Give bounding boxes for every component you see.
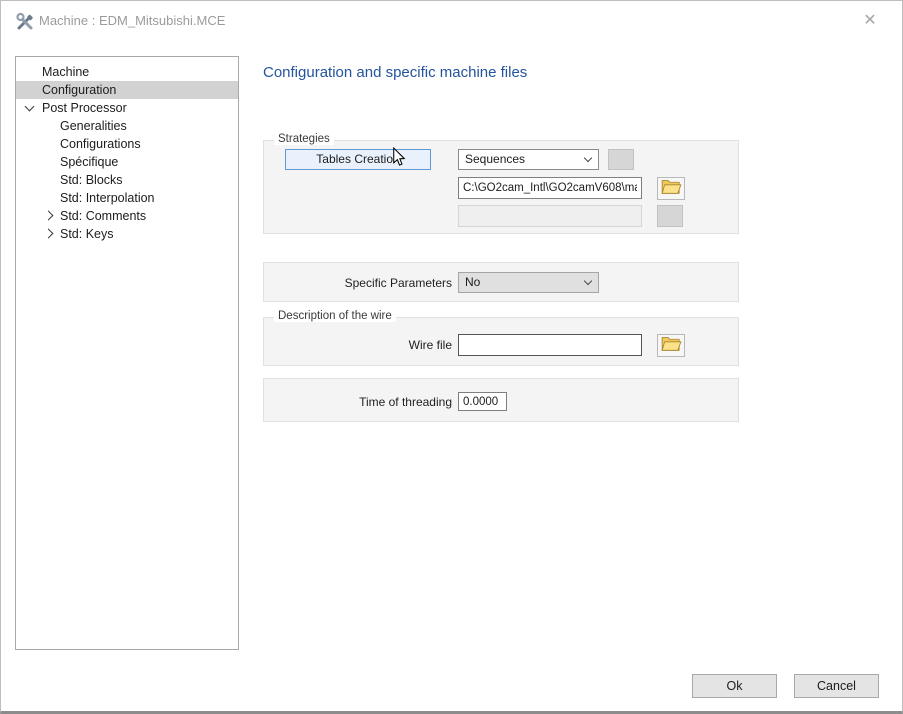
chevron-down-icon (584, 154, 592, 162)
machine-tree: Machine Configuration Post Processor Gen… (15, 56, 239, 650)
tree-item-std-keys[interactable]: Std: Keys (16, 225, 238, 243)
chevron-down-icon (584, 277, 592, 285)
strategies-extra-button[interactable] (608, 149, 634, 170)
tree-item-configurations[interactable]: Configurations (16, 135, 238, 153)
tree-item-std-comments[interactable]: Std: Comments (16, 207, 238, 225)
secondary-path-input (458, 205, 642, 227)
time-of-threading-input[interactable] (458, 392, 507, 411)
tree-item-std-interpolation[interactable]: Std: Interpolation (16, 189, 238, 207)
window-title: Machine : EDM_Mitsubishi.MCE (39, 1, 225, 41)
specific-parameters-dropdown[interactable]: No (458, 272, 599, 293)
macro-path-input[interactable] (458, 177, 642, 199)
specific-parameters-group: Specific Parameters No (263, 262, 739, 302)
specific-parameters-dropdown-value: No (465, 275, 480, 289)
sequences-dropdown-value: Sequences (465, 152, 525, 166)
tree-item-post-processor[interactable]: Post Processor (16, 99, 238, 117)
threading-group: Time of threading (263, 378, 739, 422)
strategies-group: Strategies Tables Creation Sequences (263, 140, 739, 234)
machine-dialog: Machine : EDM_Mitsubishi.MCE ✕ Machine C… (0, 0, 903, 714)
sequences-dropdown[interactable]: Sequences (458, 149, 599, 170)
wire-file-label: Wire file (264, 338, 452, 352)
cancel-button[interactable]: Cancel (794, 674, 879, 698)
ok-button[interactable]: Ok (692, 674, 777, 698)
wire-description-group: Description of the wire Wire file (263, 317, 739, 366)
wire-file-input[interactable] (458, 334, 642, 356)
tree-item-std-blocks[interactable]: Std: Blocks (16, 171, 238, 189)
tables-creation-button[interactable]: Tables Creation (285, 149, 431, 170)
specific-parameters-label: Specific Parameters (264, 276, 452, 290)
titlebar: Machine : EDM_Mitsubishi.MCE ✕ (1, 1, 902, 41)
secondary-extra-button[interactable] (657, 205, 683, 227)
tree-item-generalities[interactable]: Generalities (16, 117, 238, 135)
strategies-group-label: Strategies (274, 133, 334, 145)
tools-icon (15, 11, 35, 31)
tree-item-machine[interactable]: Machine (16, 63, 238, 81)
tree-item-configuration[interactable]: Configuration (16, 81, 238, 99)
page-title: Configuration and specific machine files (263, 64, 527, 81)
wire-file-browse-button[interactable] (657, 334, 685, 357)
close-icon[interactable]: ✕ (860, 11, 880, 31)
folder-icon (661, 335, 682, 357)
time-of-threading-label: Time of threading (264, 395, 452, 409)
tree-item-specifique[interactable]: Spécifique (16, 153, 238, 171)
folder-icon (661, 178, 682, 200)
wire-group-label: Description of the wire (274, 310, 396, 322)
mouse-cursor (392, 147, 406, 172)
macro-path-browse-button[interactable] (657, 177, 685, 200)
